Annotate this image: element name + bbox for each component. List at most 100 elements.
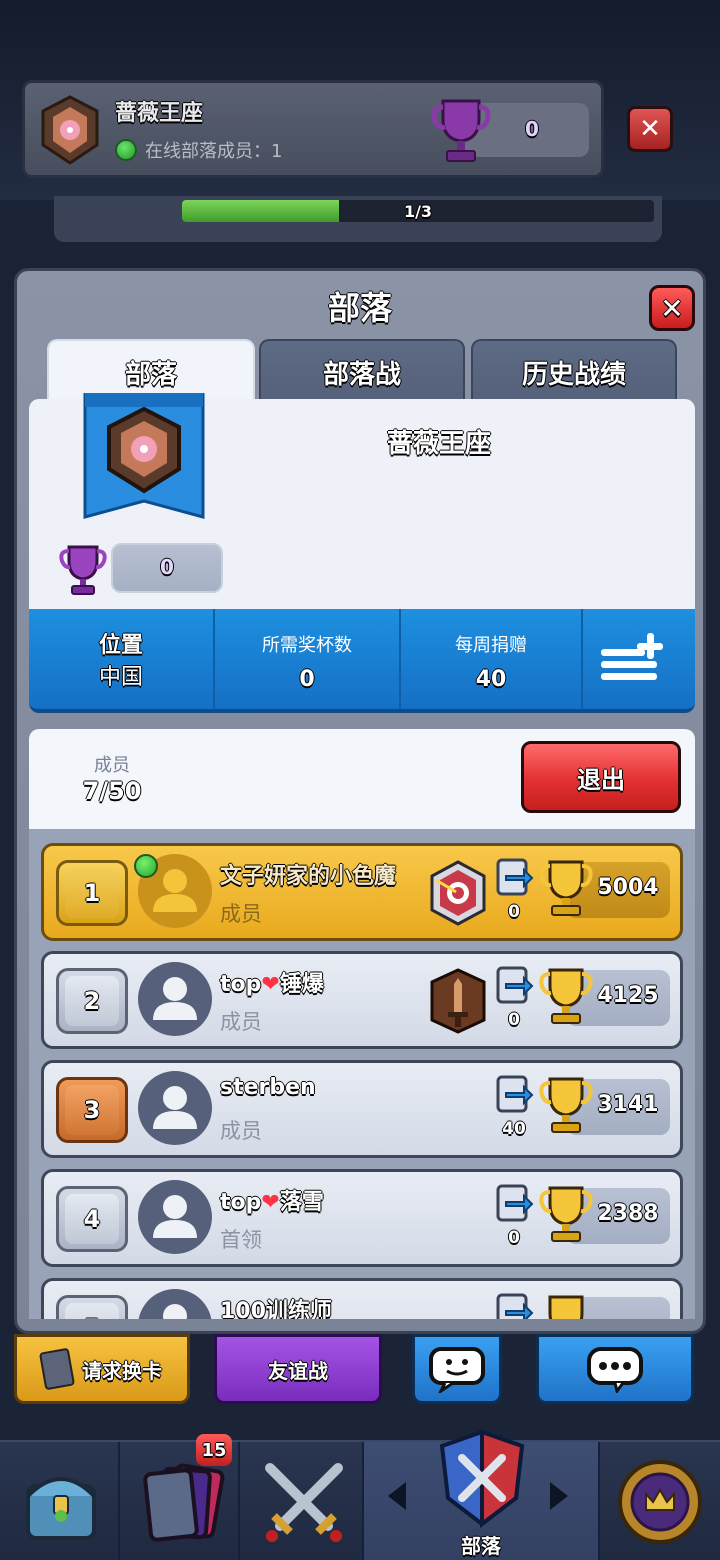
smile-chat-icon: [429, 1347, 485, 1393]
gold-trophy-icon: [539, 1186, 593, 1242]
gold-trophy-icon: [548, 1295, 584, 1319]
member-row[interactable]: 4 top❤落雪 首领 0 2388: [41, 1169, 683, 1267]
filter-add-icon[interactable]: [597, 629, 667, 689]
rank-badge: 1: [56, 860, 128, 926]
member-role: 首领: [220, 1228, 262, 1252]
donate-card-icon: [496, 1075, 534, 1113]
donate-card-icon: [496, 966, 534, 1004]
avatar: [138, 1289, 212, 1319]
member-name: 100训练师: [220, 1299, 332, 1319]
nav-clan-label: 部落: [461, 1534, 501, 1558]
close-icon[interactable]: ✕: [627, 106, 673, 152]
member-name: top❤落雪: [220, 1184, 324, 1216]
progress-bar: 1/3: [182, 200, 654, 222]
leave-clan-button[interactable]: 退出: [521, 741, 681, 813]
rank-number: 3: [65, 1085, 119, 1135]
progress-text: 1/3: [403, 202, 433, 221]
stat-location-value: 中国: [98, 665, 143, 690]
friendly-battle-label: 友谊战: [268, 1358, 328, 1383]
cards-icon: [143, 1463, 225, 1542]
emote-button[interactable]: [412, 1334, 502, 1404]
member-name-suffix: 锤爆: [279, 972, 324, 997]
member-trophies: 5004: [597, 875, 659, 900]
member-name-prefix: top: [220, 1190, 262, 1215]
rank-number: 4: [65, 1194, 119, 1244]
donate-card-icon: [496, 1184, 534, 1222]
nav-battle[interactable]: [240, 1442, 364, 1560]
member-name-prefix: top: [220, 972, 262, 997]
trophy-icon: [431, 99, 491, 162]
request-cards-label: 请求换卡: [82, 1358, 162, 1383]
person-icon: [153, 1195, 197, 1238]
member-row[interactable]: 2 top❤锤爆 成员 0 4125: [41, 951, 683, 1049]
member-trophies: 4125: [597, 983, 659, 1008]
tab-history[interactable]: 历史战绩: [471, 339, 677, 403]
member-row[interactable]: 5 100训练师: [41, 1278, 683, 1319]
clan-info-card: 蔷薇王座 0: [29, 393, 695, 609]
stat-donations-value: 40: [475, 667, 507, 692]
trophy-value: 0: [525, 117, 539, 141]
stat-required-value: 0: [299, 667, 315, 692]
nav-shop[interactable]: [0, 1442, 120, 1560]
rank-number: 1: [65, 868, 119, 918]
members-label: 成员: [94, 755, 130, 776]
chevron-left-icon[interactable]: [388, 1482, 406, 1510]
sword-badge-icon: [430, 968, 486, 1034]
trophy-icon: [59, 545, 107, 595]
chevron-right-icon[interactable]: [550, 1482, 568, 1510]
nav-events[interactable]: [600, 1442, 720, 1560]
tab-clan-war-label: 部落战: [322, 359, 401, 390]
chest-progress-card: 1/3: [54, 196, 662, 242]
clan-modal: 部落 ✕ 部落 部落战 历史战绩 蔷薇王座 0 位置 中国 所需奖杯数 0 每周…: [14, 268, 706, 1334]
avatar: [138, 1071, 212, 1145]
member-row[interactable]: 3 sterben 成员 40 3141: [41, 1060, 683, 1158]
donation-count: 0: [508, 1010, 520, 1030]
close-icon: ✕: [660, 291, 684, 325]
donation-count: 0: [508, 1228, 520, 1248]
leave-clan-label: 退出: [577, 765, 625, 794]
rank-badge: 5: [56, 1295, 128, 1319]
cards-badge-count: 15: [196, 1434, 232, 1466]
online-indicator-icon: [115, 139, 137, 161]
crossed-swords-icon: [265, 1463, 343, 1542]
stat-weekly-donations: 每周捐赠 40: [401, 609, 583, 709]
gold-trophy-icon: [539, 968, 593, 1024]
stat-required-trophies: 所需奖杯数 0: [215, 609, 401, 709]
clan-banner-icon: [83, 393, 205, 519]
modal-close-button[interactable]: ✕: [649, 285, 695, 331]
clan-title: 蔷薇王座: [386, 429, 491, 459]
member-name-suffix: 落雪: [279, 1190, 324, 1215]
stat-location-label: 位置: [98, 633, 143, 658]
request-cards-button[interactable]: 请求换卡: [14, 1334, 190, 1404]
person-icon: [153, 1086, 197, 1129]
tab-clan-war[interactable]: 部落战: [259, 339, 465, 403]
clan-stats-bar: 位置 中国 所需奖杯数 0 每周捐赠 40: [29, 609, 695, 713]
person-icon: [163, 1304, 187, 1319]
modal-title: 部落: [327, 289, 392, 327]
tab-clan-label: 部落: [124, 359, 177, 390]
member-role: 成员: [220, 1010, 262, 1034]
chat-button[interactable]: [536, 1334, 694, 1404]
treasure-chest-icon: [26, 1477, 96, 1540]
member-list[interactable]: 1 文子妍家的小色魔 成员 0 5004 2 top❤锤爆 成员 0 4125 …: [29, 829, 695, 1319]
chat-bubble-icon: [587, 1347, 643, 1393]
bottom-nav: 部落: [0, 1429, 720, 1560]
friendly-battle-button[interactable]: 友谊战: [214, 1334, 382, 1404]
rank-number: 2: [65, 976, 119, 1026]
member-role: 成员: [220, 1119, 262, 1143]
clan-badge-icon: [41, 95, 99, 165]
heart-icon: ❤: [261, 972, 280, 997]
donation-count: 40: [502, 1119, 526, 1139]
crown-medal-icon: [618, 1460, 702, 1544]
donation-count: 0: [508, 902, 520, 922]
donate-card-icon: [496, 858, 534, 896]
heart-icon: ❤: [261, 1190, 280, 1215]
clan-header-bar[interactable]: 蔷薇王座 在线部落成员：1 0: [22, 80, 604, 178]
stat-donations-label: 每周捐赠: [455, 635, 527, 656]
gold-trophy-icon: [539, 860, 593, 916]
rank-badge: 4: [56, 1186, 128, 1252]
stat-location: 位置 中国: [29, 609, 215, 709]
nav-clan[interactable]: 部落: [364, 1429, 600, 1560]
stat-required-label: 所需奖杯数: [262, 635, 352, 656]
member-row[interactable]: 1 文子妍家的小色魔 成员 0 5004: [41, 843, 683, 941]
